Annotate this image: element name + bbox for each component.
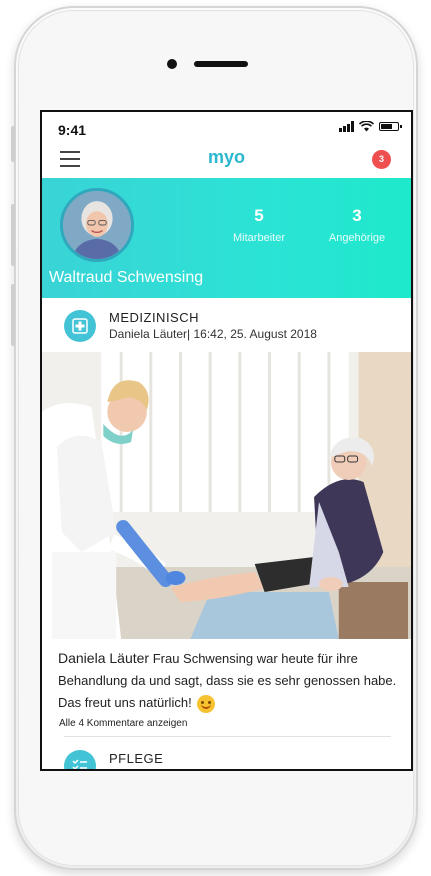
app-screen: 9:41 myo 3 Waltraud Schwensing 5 Mitarbe… [40,110,413,771]
avatar[interactable] [60,188,134,262]
battery-icon [379,122,402,131]
next-post-header: PFLEGE [42,740,411,769]
stat-staff-label: Mitarbeiter [233,232,285,244]
profile-name: Waltraud Schwensing [49,269,204,286]
post-body: Daniela Läuter Frau Schwensing war heute… [58,647,398,714]
checklist-icon [64,750,96,769]
notification-badge[interactable]: 3 [372,150,391,169]
stat-relatives-value: 3 [352,206,362,225]
app-logo: myo [207,147,245,167]
stat-staff[interactable]: 5 Mitarbeiter [214,206,304,244]
status-time: 9:41 [58,122,87,138]
status-icons [339,121,402,132]
avatar-photo [63,191,131,259]
post-meta: Daniela Läuter| 16:42, 25. August 2018 [109,327,317,341]
mute-switch [11,126,15,162]
post-header: MEDIZINISCH Daniela Läuter| 16:42, 25. A… [42,298,411,352]
stat-relatives-label: Angehörige [328,232,386,244]
next-post-category: PFLEGE [109,751,164,766]
status-bar: 9:41 [42,112,411,142]
post-author[interactable]: Daniela Läuter [58,650,149,666]
volume-up-button [11,204,15,266]
signal-icon [339,121,354,132]
front-camera [167,59,177,69]
app-navbar: myo 3 [42,142,411,178]
stat-relatives[interactable]: 3 Angehörige [312,206,402,244]
profile-header: Waltraud Schwensing 5 Mitarbeiter 3 Ange… [42,178,411,298]
post-divider [64,736,391,737]
stat-staff-value: 5 [254,206,264,225]
volume-down-button [11,284,15,346]
post-category: MEDIZINISCH [109,310,199,325]
medical-cross-icon [64,310,96,342]
earpiece-speaker [194,61,248,67]
post-image [42,352,411,639]
wifi-icon [359,121,374,132]
view-comments-link[interactable]: Alle 4 Kommentare anzeigen [59,718,187,729]
smiling-face-emoji-icon [197,694,216,713]
post-photo[interactable] [42,352,411,639]
